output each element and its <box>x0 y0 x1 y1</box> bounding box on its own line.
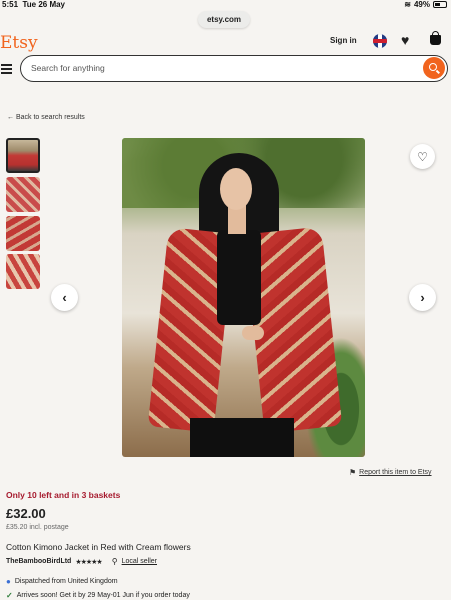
location-pin-icon: ● <box>6 577 11 586</box>
battery-percent: 49% <box>413 0 430 9</box>
basket-icon[interactable] <box>430 31 441 45</box>
arrival-text: Arrives soon! Get it by 29 May-01 Jun if… <box>16 592 190 599</box>
next-image-button[interactable]: › <box>409 284 436 311</box>
add-to-favorites-button[interactable]: ♡ <box>410 144 435 169</box>
rating-stars[interactable]: ★★★★★ <box>75 558 102 566</box>
check-icon: ✓ <box>6 591 13 600</box>
address-bar[interactable]: etsy.com <box>198 11 250 28</box>
product-price: £32.00 <box>6 506 46 521</box>
location-pin-icon: ⚲ <box>111 557 118 566</box>
dispatch-info: ● Dispatched from United Kingdom <box>6 577 118 586</box>
uk-flag-icon[interactable] <box>373 34 387 48</box>
etsy-logo[interactable]: Etsy <box>0 33 38 53</box>
dispatch-text: Dispatched from United Kingdom <box>14 578 118 585</box>
product-main-image[interactable] <box>122 138 365 457</box>
gallery-thumbnail-3[interactable] <box>6 216 40 251</box>
shop-row: TheBambooBirdLtd ★★★★★ ⚲ Local seller <box>6 557 157 566</box>
stock-notice: Only 10 left and in 3 baskets <box>6 490 121 500</box>
report-item-label: Report this item to Etsy <box>359 469 432 476</box>
sign-in-link[interactable]: Sign in <box>330 36 357 45</box>
product-title: Cotton Kimono Jacket in Red with Cream f… <box>6 542 191 552</box>
report-item-link[interactable]: ⚑ Report this item to Etsy <box>349 468 432 477</box>
hamburger-menu-icon[interactable] <box>1 64 12 76</box>
search-input[interactable] <box>31 61 391 75</box>
chevron-right-icon: › <box>420 290 425 305</box>
gallery-thumbnail-2[interactable] <box>6 177 40 212</box>
status-time: 5:51 Tue 26 May <box>2 0 66 9</box>
shop-name-link[interactable]: TheBambooBirdLtd <box>6 558 71 565</box>
search-button[interactable] <box>423 57 445 79</box>
heart-outline-icon: ♡ <box>417 149 428 164</box>
search-bar <box>20 55 448 82</box>
favorites-heart-icon[interactable]: ♥ <box>401 32 409 48</box>
gallery-thumbnail-1[interactable] <box>6 138 40 173</box>
flag-icon: ⚑ <box>349 468 357 477</box>
chevron-left-icon: ‹ <box>62 290 67 305</box>
local-seller-link[interactable]: Local seller <box>122 558 157 565</box>
previous-image-button[interactable]: ‹ <box>51 284 78 311</box>
wifi-icon: ≋ <box>404 0 411 9</box>
battery-icon <box>433 1 447 8</box>
arrival-info: ✓ Arrives soon! Get it by 29 May-01 Jun … <box>6 591 190 600</box>
status-battery-group: ≋ 49% <box>404 0 447 9</box>
gallery-thumbnail-4[interactable] <box>6 254 40 289</box>
price-incl-postage: £35.20 incl. postage <box>6 524 69 531</box>
search-icon <box>429 63 437 71</box>
back-to-results-link[interactable]: ← Back to search results <box>7 114 85 121</box>
